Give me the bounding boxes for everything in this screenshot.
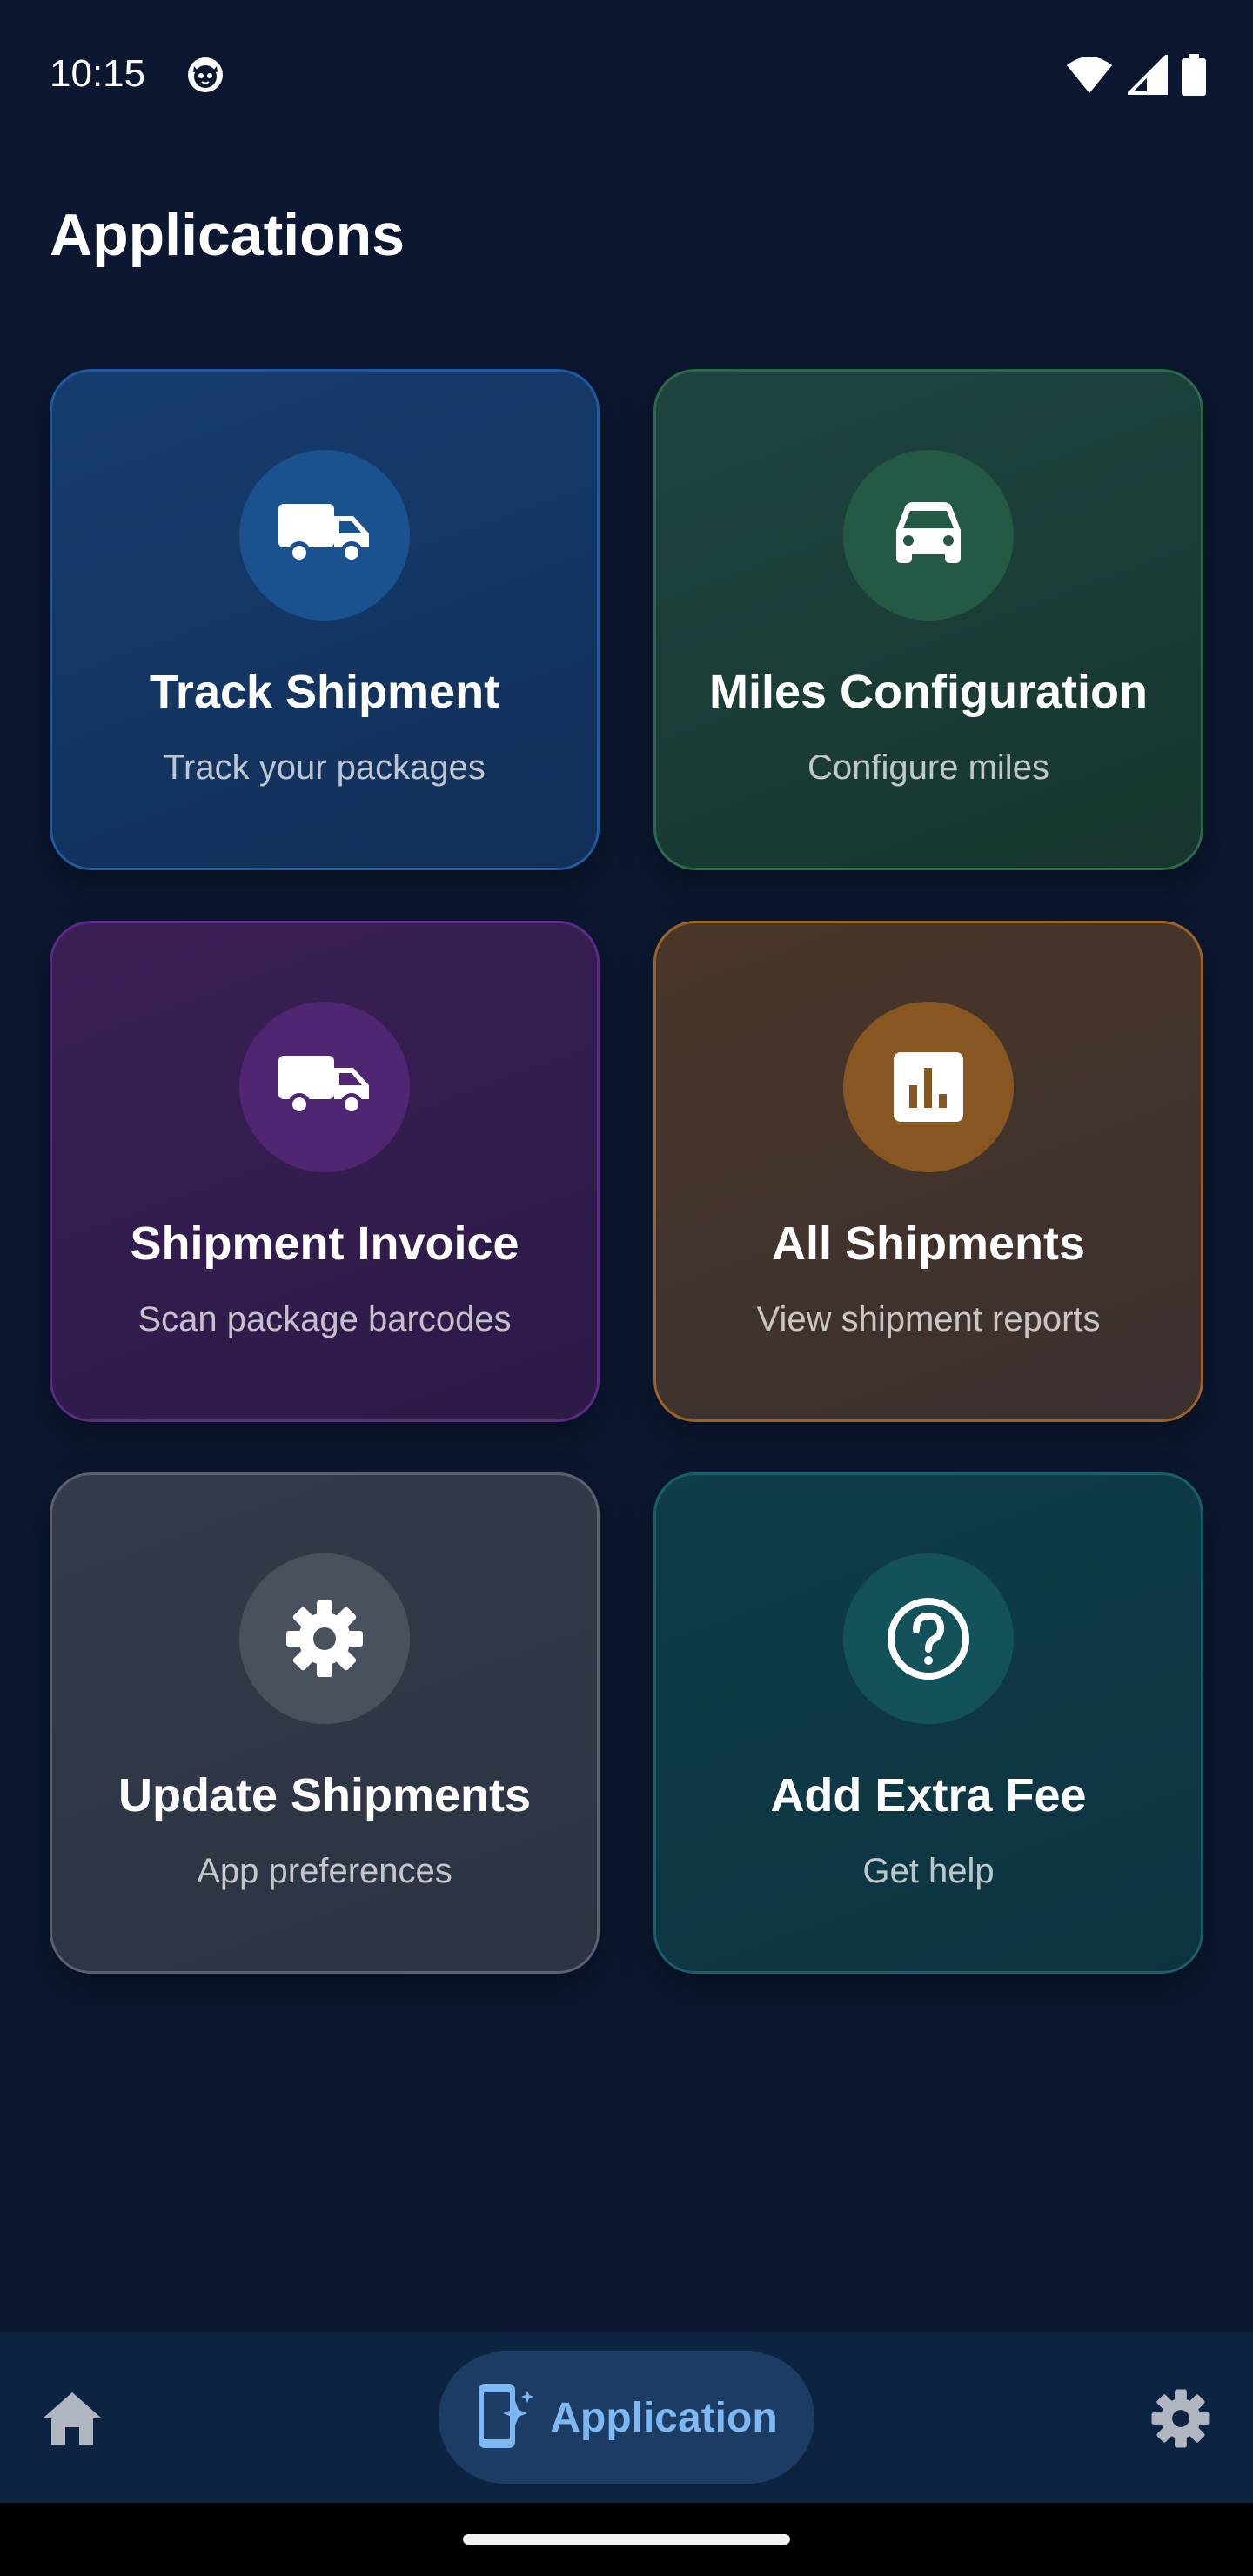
tile-subtitle: View shipment reports	[756, 1300, 1101, 1338]
bar-chart-icon	[843, 1002, 1014, 1172]
help-circle-icon	[843, 1553, 1014, 1724]
status-time: 10:15	[50, 52, 146, 95]
home-icon	[41, 2391, 104, 2451]
track-shipment-tile[interactable]: Track Shipment Track your packages	[50, 369, 600, 870]
miles-configuration-tile[interactable]: Miles Configuration Configure miles	[653, 369, 1203, 870]
gear-icon	[1150, 2388, 1211, 2453]
tile-title: All Shipments	[771, 1218, 1086, 1270]
nav-application-label: Application	[550, 2394, 778, 2441]
nav-application-button[interactable]: Application	[439, 2351, 814, 2484]
truck-icon	[239, 450, 410, 621]
tile-subtitle: Configure miles	[807, 748, 1049, 787]
gesture-handle[interactable]	[463, 2534, 790, 2545]
battery-icon	[1182, 54, 1206, 96]
tile-title: Track Shipment	[149, 666, 500, 718]
wifi-icon	[1065, 55, 1114, 95]
status-bar: 10:15	[0, 0, 1253, 148]
tile-subtitle: Track your packages	[164, 748, 486, 787]
gear-icon	[239, 1553, 410, 1724]
update-shipments-tile[interactable]: Update Shipments App preferences	[50, 1472, 600, 1974]
page-title: Applications	[50, 202, 405, 268]
tile-title: Update Shipments	[117, 1769, 532, 1821]
add-extra-fee-tile[interactable]: Add Extra Fee Get help	[653, 1472, 1203, 1974]
tile-title: Add Extra Fee	[770, 1769, 1087, 1821]
app-spark-icon	[475, 2382, 536, 2454]
nav-home-button[interactable]	[35, 2383, 110, 2458]
applications-grid: Track Shipment Track your packages Miles…	[50, 369, 1203, 1974]
all-shipments-tile[interactable]: All Shipments View shipment reports	[653, 921, 1203, 1422]
shipment-invoice-tile[interactable]: Shipment Invoice Scan package barcodes	[50, 921, 600, 1422]
nav-settings-button[interactable]	[1143, 2383, 1218, 2458]
gesture-navigation-area	[0, 2503, 1253, 2576]
truck-icon	[239, 1002, 410, 1172]
cat-face-icon	[184, 54, 226, 96]
tile-title: Shipment Invoice	[130, 1218, 519, 1270]
tile-subtitle: App preferences	[197, 1852, 452, 1890]
cell-signal-icon	[1128, 55, 1168, 95]
tile-subtitle: Scan package barcodes	[137, 1300, 512, 1338]
tile-subtitle: Get help	[862, 1852, 995, 1890]
bottom-navigation: Application	[0, 2332, 1253, 2503]
car-icon	[843, 450, 1014, 621]
tile-title: Miles Configuration	[709, 666, 1148, 718]
